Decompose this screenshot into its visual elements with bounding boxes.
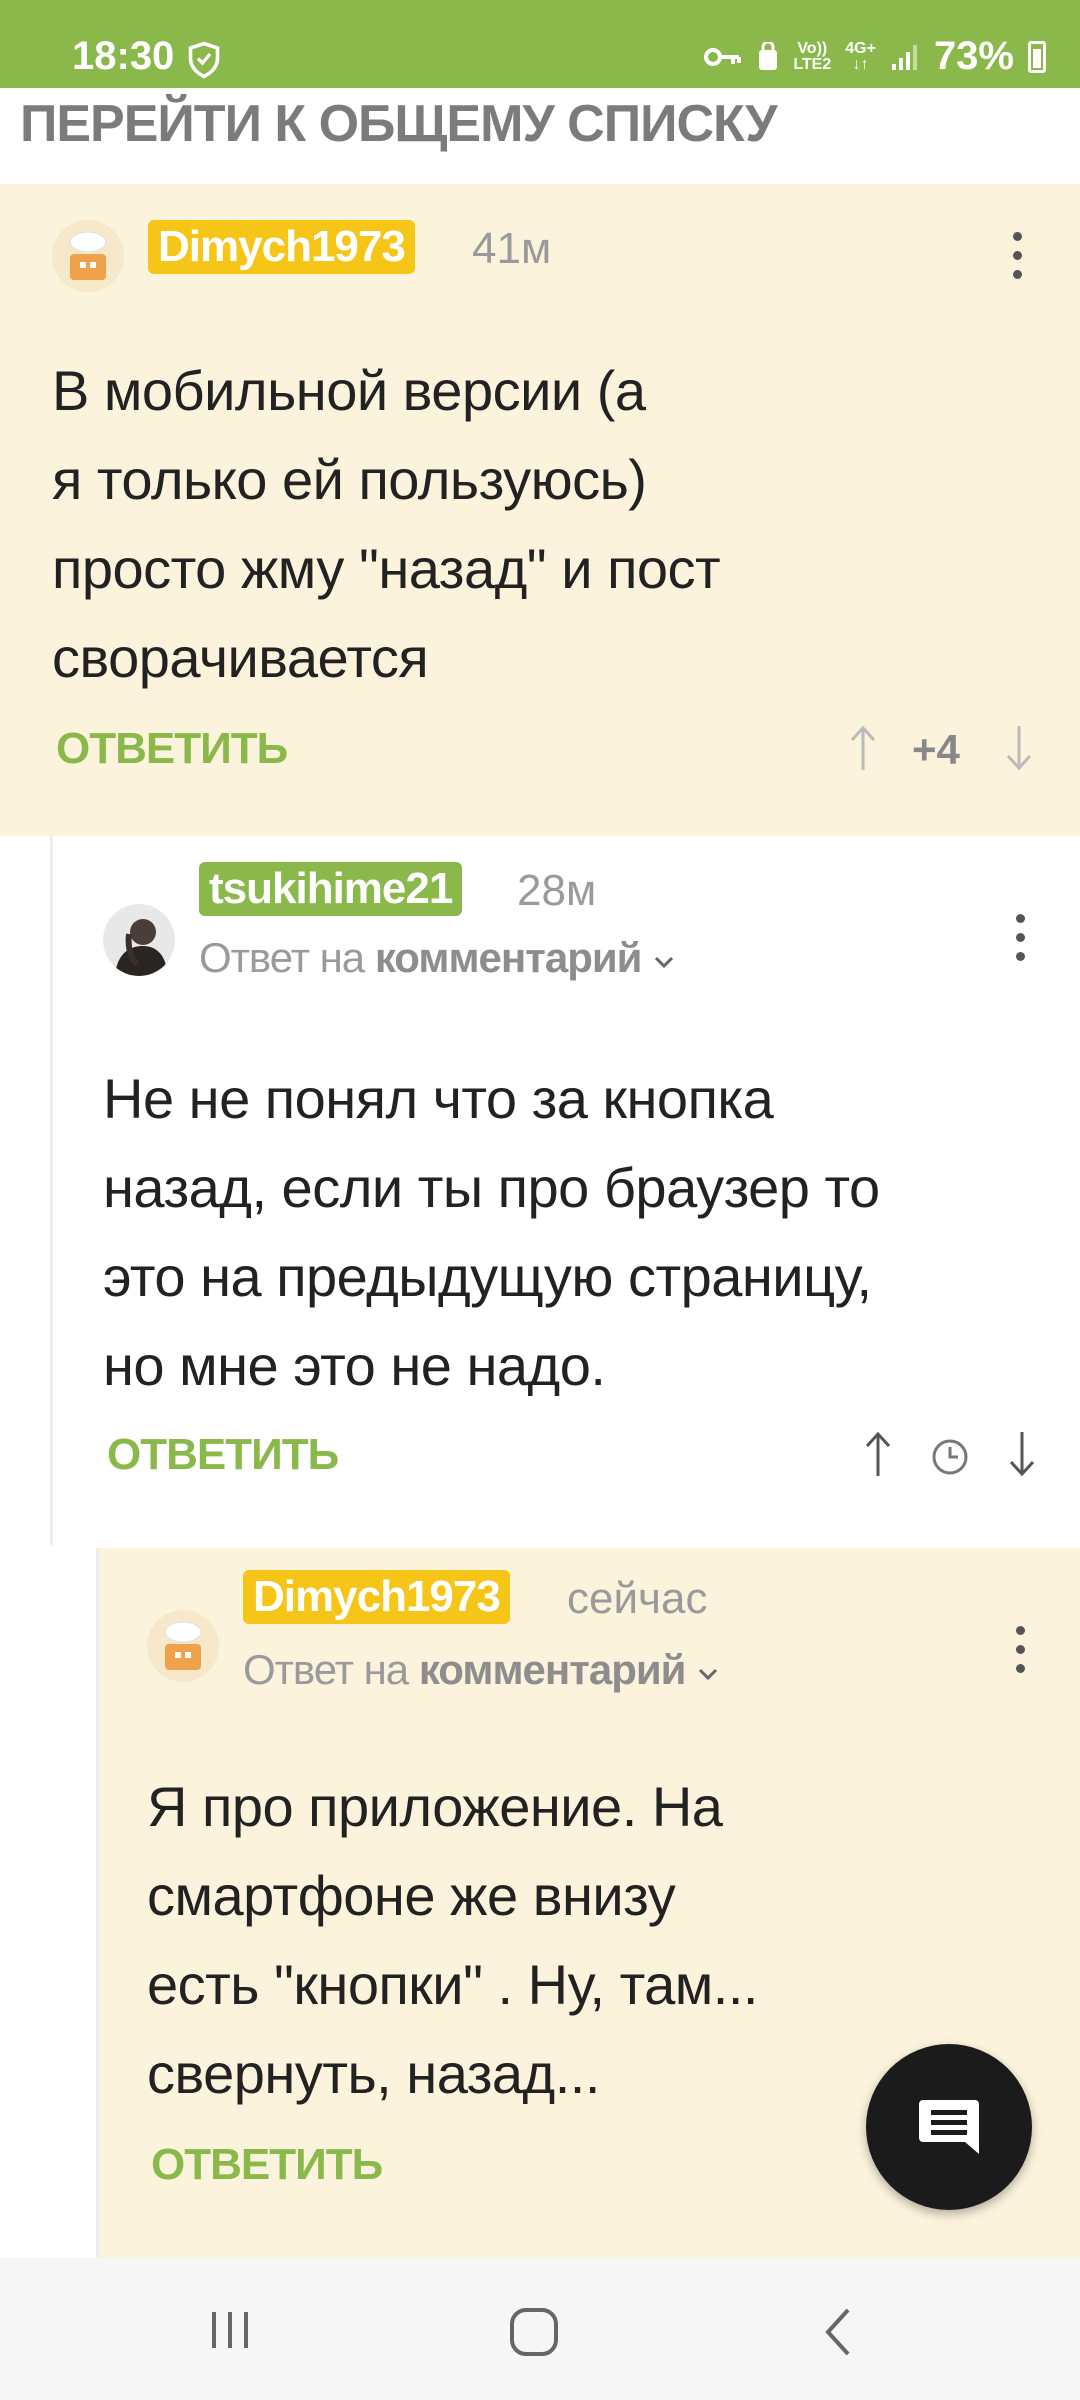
comment-text: Не не понял что за кнопка назад, если ты… bbox=[103, 1067, 880, 1397]
chevron-down-icon bbox=[699, 1668, 718, 1681]
add-comment-button[interactable] bbox=[866, 2044, 1032, 2210]
comment-time: сейчас bbox=[567, 1574, 708, 1623]
arrow-down-icon[interactable] bbox=[1007, 1430, 1037, 1478]
lock-icon bbox=[759, 41, 778, 70]
volte-indicator: Vo)) LTE2 bbox=[793, 39, 832, 73]
reply-to[interactable]: Ответ на комментарий bbox=[199, 934, 676, 982]
clock-icon bbox=[932, 1439, 968, 1475]
network-type: 4G+ ↓↑ bbox=[845, 39, 876, 73]
arrow-up-icon[interactable] bbox=[863, 1430, 893, 1478]
username[interactable]: tsukihime21 bbox=[199, 862, 463, 916]
comment-icon bbox=[919, 2100, 979, 2154]
arrow-up-icon[interactable] bbox=[848, 724, 878, 772]
rating: +4 bbox=[912, 726, 960, 773]
system-nav-bar bbox=[0, 2258, 1080, 2400]
reply-to[interactable]: Ответ на комментарий bbox=[243, 1646, 720, 1694]
arrow-down-icon[interactable] bbox=[1004, 724, 1034, 772]
more-vert-icon[interactable] bbox=[1013, 232, 1025, 279]
home-icon[interactable] bbox=[508, 2306, 560, 2358]
user-photo-icon bbox=[103, 904, 175, 976]
comment-time: 41м bbox=[472, 224, 552, 273]
back-to-list-link[interactable]: ПЕРЕЙТИ К ОБЩЕМУ СПИСКУ bbox=[20, 94, 777, 154]
chef-avatar-icon bbox=[52, 220, 124, 292]
username[interactable]: Dimych1973 bbox=[243, 1570, 510, 1624]
comment-time: 28м bbox=[517, 866, 597, 915]
avatar[interactable] bbox=[52, 220, 124, 292]
avatar[interactable] bbox=[103, 904, 175, 976]
back-icon[interactable] bbox=[820, 2306, 856, 2358]
more-vert-icon[interactable] bbox=[1016, 1626, 1028, 1673]
signal-icon bbox=[891, 44, 917, 70]
reply-button[interactable]: ОТВЕТИТЬ bbox=[151, 2140, 383, 2190]
avatar[interactable] bbox=[147, 1610, 219, 1682]
battery-percent: 73% bbox=[933, 34, 1014, 78]
shield-icon bbox=[188, 41, 220, 79]
chevron-down-icon bbox=[655, 956, 674, 969]
status-bar: 18:30 Vo)) LTE2 4G+ ↓↑ 73% bbox=[0, 0, 1080, 88]
reply-button[interactable]: ОТВЕТИТЬ bbox=[56, 724, 288, 774]
comment-text: В мобильной версии (а я только ей пользу… bbox=[52, 359, 721, 689]
username[interactable]: Dimych1973 bbox=[148, 220, 415, 274]
battery-icon bbox=[1028, 40, 1046, 73]
recents-icon[interactable] bbox=[206, 2308, 254, 2352]
status-icons: Vo)) LTE2 4G+ ↓↑ 73% bbox=[703, 34, 1046, 79]
key-icon bbox=[704, 47, 742, 66]
status-time: 18:30 bbox=[72, 34, 175, 78]
chef-avatar-icon bbox=[147, 1610, 219, 1682]
comment: Dimych1973 41м В мобильной версии (а я т… bbox=[0, 184, 1080, 836]
comment: tsukihime21 28м Ответ на комментарий Не … bbox=[50, 836, 1080, 1546]
more-vert-icon[interactable] bbox=[1016, 914, 1028, 961]
reply-button[interactable]: ОТВЕТИТЬ bbox=[107, 1430, 339, 1480]
